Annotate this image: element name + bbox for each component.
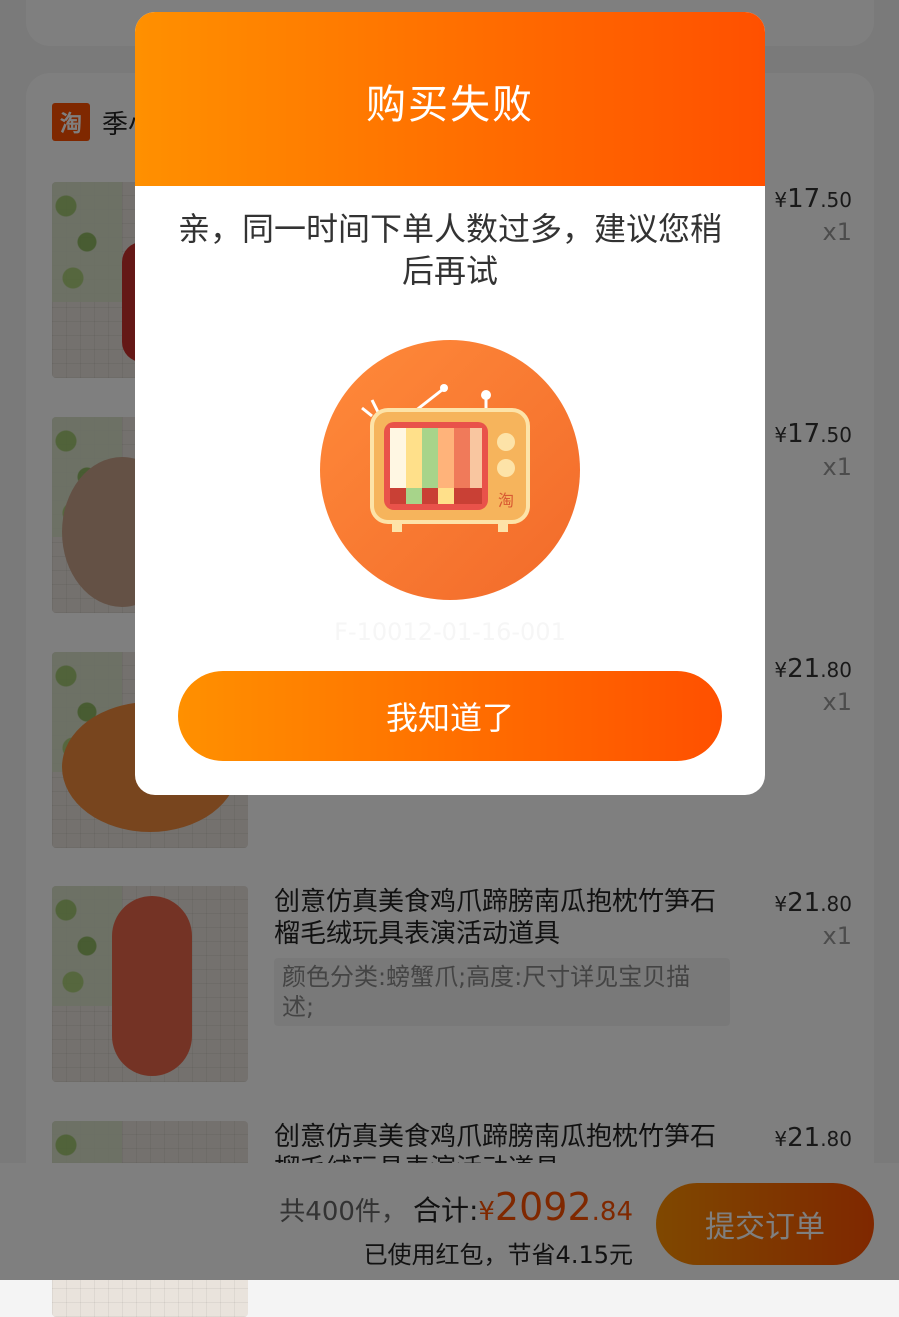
acknowledge-button[interactable]: 我知道了 [178,671,722,761]
retro-tv-illustration: 淘 [320,340,580,600]
error-code: F-10012-01-16-001 [334,618,566,646]
tv-badge-text: 淘 [498,491,514,510]
dialog-message: 亲，同一时间下单人数过多，建议您稍后再试 [177,210,722,290]
purchase-failed-dialog: 购买失败 亲，同一时间下单人数过多，建议您稍后再试 淘 F-10012-01-1… [135,12,765,795]
dialog-title: 购买失败 [366,82,534,128]
